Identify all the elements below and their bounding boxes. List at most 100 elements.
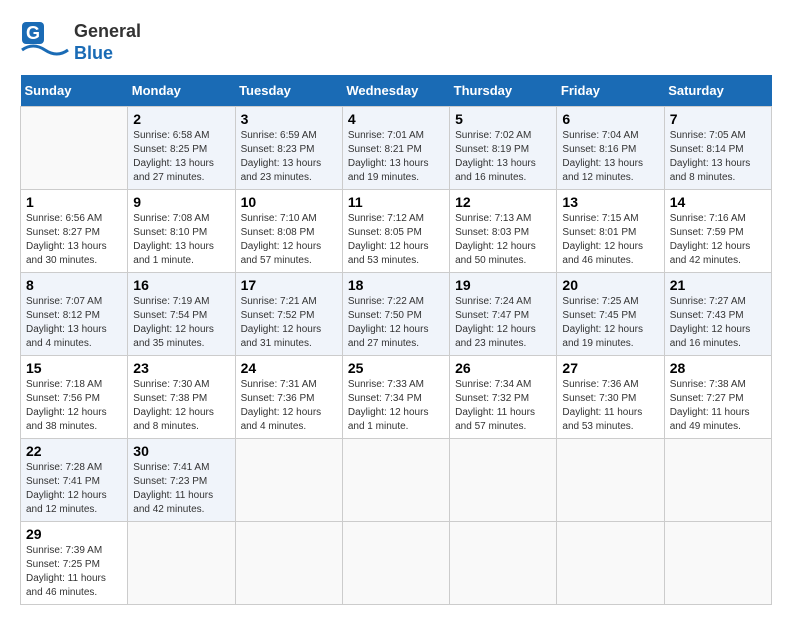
day-detail: Sunrise: 7:33 AM Sunset: 7:34 PM Dayligh… [348,378,444,434]
day-detail: Sunrise: 7:02 AM Sunset: 8:19 PM Dayligh… [455,129,551,185]
header-day-saturday: Saturday [664,75,771,107]
calendar-cell: 22 Sunrise: 7:28 AM Sunset: 7:41 PM Dayli… [21,439,128,522]
calendar-week-row: 22 Sunrise: 7:28 AM Sunset: 7:41 PM Dayli… [21,439,772,522]
day-number: 14 [670,194,766,210]
day-detail: Sunrise: 7:13 AM Sunset: 8:03 PM Dayligh… [455,212,551,268]
calendar-cell: 18Sunrise: 7:22 AM Sunset: 7:50 PM Dayli… [342,273,449,356]
header: G General Blue [20,20,772,65]
day-number: 6 [562,111,658,127]
header-day-thursday: Thursday [450,75,557,107]
calendar-cell: 17 Sunrise: 7:21 AM Sunset: 7:52 PM Dayli… [235,273,342,356]
day-number: 21 [670,277,766,293]
day-number: 2 [133,111,229,127]
calendar-cell: 1 Sunrise: 6:56 AM Sunset: 8:27 PM Daylig… [21,190,128,273]
calendar-cell: 30Sunrise: 7:41 AM Sunset: 7:23 PM Dayli… [128,439,235,522]
calendar-week-row: 29Sunrise: 7:39 AM Sunset: 7:25 PM Dayli… [21,522,772,605]
day-number: 12 [455,194,551,210]
day-number: 19 [455,277,551,293]
calendar-cell [342,522,449,605]
svg-text:G: G [26,23,40,43]
day-number: 15 [26,360,122,376]
calendar-cell: 16Sunrise: 7:19 AM Sunset: 7:54 PM Dayli… [128,273,235,356]
calendar-cell: 11 Sunrise: 7:12 AM Sunset: 8:05 PM Dayli… [342,190,449,273]
calendar-cell: 6 Sunrise: 7:04 AM Sunset: 8:16 PM Daylig… [557,107,664,190]
day-detail: Sunrise: 7:19 AM Sunset: 7:54 PM Dayligh… [133,295,229,351]
day-number: 13 [562,194,658,210]
calendar-cell: 24 Sunrise: 7:31 AM Sunset: 7:36 PM Dayli… [235,356,342,439]
day-detail: Sunrise: 7:12 AM Sunset: 8:05 PM Dayligh… [348,212,444,268]
calendar-table: SundayMondayTuesdayWednesdayThursdayFrid… [20,75,772,605]
header-day-sunday: Sunday [21,75,128,107]
day-number: 4 [348,111,444,127]
calendar-header-row: SundayMondayTuesdayWednesdayThursdayFrid… [21,75,772,107]
day-number: 1 [26,194,122,210]
day-detail: Sunrise: 7:38 AM Sunset: 7:27 PM Dayligh… [670,378,766,434]
day-number: 24 [241,360,337,376]
day-number: 27 [562,360,658,376]
day-detail: Sunrise: 7:25 AM Sunset: 7:45 PM Dayligh… [562,295,658,351]
calendar-cell [235,522,342,605]
calendar-cell [557,439,664,522]
day-number: 11 [348,194,444,210]
day-detail: Sunrise: 7:07 AM Sunset: 8:12 PM Dayligh… [26,295,122,351]
day-detail: Sunrise: 7:10 AM Sunset: 8:08 PM Dayligh… [241,212,337,268]
day-number: 17 [241,277,337,293]
day-detail: Sunrise: 6:59 AM Sunset: 8:23 PM Dayligh… [241,129,337,185]
day-detail: Sunrise: 7:22 AM Sunset: 7:50 PM Dayligh… [348,295,444,351]
calendar-cell: 5 Sunrise: 7:02 AM Sunset: 8:19 PM Daylig… [450,107,557,190]
calendar-cell: 14Sunrise: 7:16 AM Sunset: 7:59 PM Dayli… [664,190,771,273]
day-number: 23 [133,360,229,376]
calendar-week-row: 15 Sunrise: 7:18 AM Sunset: 7:56 PM Dayli… [21,356,772,439]
day-detail: Sunrise: 7:21 AM Sunset: 7:52 PM Dayligh… [241,295,337,351]
day-detail: Sunrise: 7:08 AM Sunset: 8:10 PM Dayligh… [133,212,229,268]
day-number: 25 [348,360,444,376]
calendar-cell [342,439,449,522]
day-detail: Sunrise: 7:36 AM Sunset: 7:30 PM Dayligh… [562,378,658,434]
calendar-week-row: 2 Sunrise: 6:58 AM Sunset: 8:25 PM Daylig… [21,107,772,190]
calendar-week-row: 8Sunrise: 7:07 AM Sunset: 8:12 PM Daylig… [21,273,772,356]
day-detail: Sunrise: 7:24 AM Sunset: 7:47 PM Dayligh… [455,295,551,351]
calendar-cell: 9 Sunrise: 7:08 AM Sunset: 8:10 PM Daylig… [128,190,235,273]
day-detail: Sunrise: 7:01 AM Sunset: 8:21 PM Dayligh… [348,129,444,185]
logo-svg-icon: G [20,20,70,65]
header-day-wednesday: Wednesday [342,75,449,107]
day-detail: Sunrise: 6:58 AM Sunset: 8:25 PM Dayligh… [133,129,229,185]
calendar-cell [128,522,235,605]
calendar-cell: 28Sunrise: 7:38 AM Sunset: 7:27 PM Dayli… [664,356,771,439]
header-day-monday: Monday [128,75,235,107]
calendar-cell: 2 Sunrise: 6:58 AM Sunset: 8:25 PM Daylig… [128,107,235,190]
day-number: 10 [241,194,337,210]
calendar-cell: 13Sunrise: 7:15 AM Sunset: 8:01 PM Dayli… [557,190,664,273]
day-detail: Sunrise: 7:18 AM Sunset: 7:56 PM Dayligh… [26,378,122,434]
day-detail: Sunrise: 7:31 AM Sunset: 7:36 PM Dayligh… [241,378,337,434]
day-number: 9 [133,194,229,210]
calendar-cell: 15 Sunrise: 7:18 AM Sunset: 7:56 PM Dayli… [21,356,128,439]
day-number: 29 [26,526,122,542]
calendar-cell [557,522,664,605]
day-number: 5 [455,111,551,127]
calendar-cell [235,439,342,522]
calendar-cell [450,522,557,605]
day-number: 26 [455,360,551,376]
day-detail: Sunrise: 7:27 AM Sunset: 7:43 PM Dayligh… [670,295,766,351]
calendar-cell: 3 Sunrise: 6:59 AM Sunset: 8:23 PM Daylig… [235,107,342,190]
calendar-cell: 26Sunrise: 7:34 AM Sunset: 7:32 PM Dayli… [450,356,557,439]
day-number: 22 [26,443,122,459]
day-detail: Sunrise: 7:30 AM Sunset: 7:38 PM Dayligh… [133,378,229,434]
calendar-cell: 7Sunrise: 7:05 AM Sunset: 8:14 PM Daylig… [664,107,771,190]
day-number: 3 [241,111,337,127]
day-number: 30 [133,443,229,459]
calendar-cell [450,439,557,522]
logo: G General Blue [20,20,141,65]
day-detail: Sunrise: 7:04 AM Sunset: 8:16 PM Dayligh… [562,129,658,185]
calendar-cell: 8Sunrise: 7:07 AM Sunset: 8:12 PM Daylig… [21,273,128,356]
calendar-cell: 20 Sunrise: 7:25 AM Sunset: 7:45 PM Dayli… [557,273,664,356]
day-detail: Sunrise: 7:28 AM Sunset: 7:41 PM Dayligh… [26,461,122,517]
day-number: 20 [562,277,658,293]
calendar-week-row: 1 Sunrise: 6:56 AM Sunset: 8:27 PM Daylig… [21,190,772,273]
calendar-cell: 29Sunrise: 7:39 AM Sunset: 7:25 PM Dayli… [21,522,128,605]
calendar-cell: 21 Sunrise: 7:27 AM Sunset: 7:43 PM Dayli… [664,273,771,356]
header-day-tuesday: Tuesday [235,75,342,107]
day-detail: Sunrise: 6:56 AM Sunset: 8:27 PM Dayligh… [26,212,122,268]
day-number: 7 [670,111,766,127]
